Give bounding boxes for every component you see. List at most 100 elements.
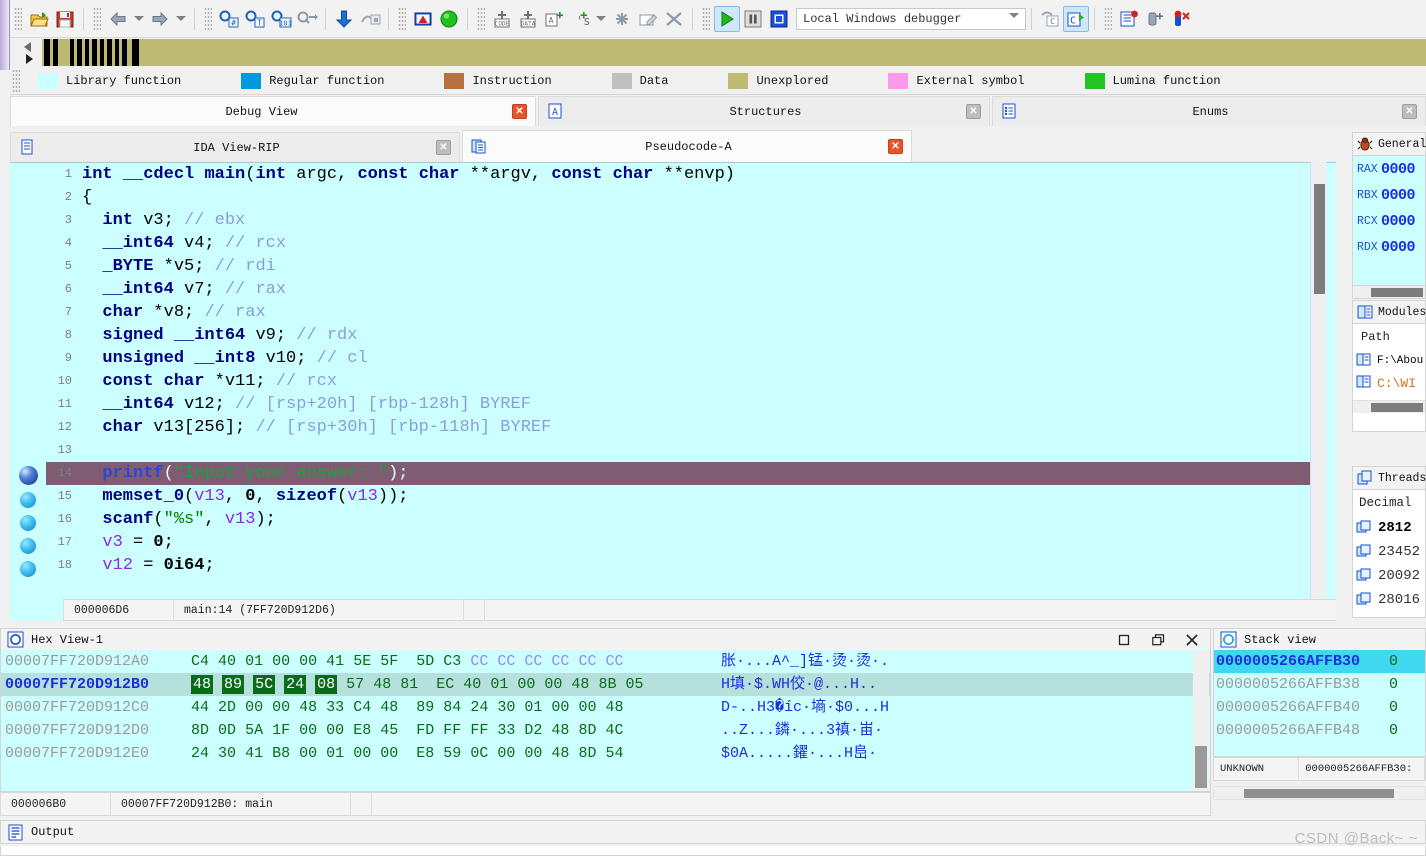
pseudocode-line[interactable]: 17 v3 = 0;: [46, 531, 1320, 554]
toolbar-grip[interactable]: [14, 6, 22, 31]
breakpoint-list-icon[interactable]: [1116, 6, 1142, 32]
pseudocode-line[interactable]: 1 int __cdecl main(int argc, const char *…: [46, 163, 1320, 186]
breakpoint-marker[interactable]: [20, 561, 36, 577]
search-text-icon[interactable]: T: [242, 6, 268, 32]
breakpoint-marker[interactable]: [20, 492, 36, 508]
open-icon[interactable]: [26, 6, 52, 32]
navigator-right-arrow-icon[interactable]: [26, 54, 33, 64]
registers-scroll-thumb[interactable]: [1371, 288, 1423, 297]
navigator-overview[interactable]: [42, 39, 1426, 66]
toolbar-grip-3[interactable]: [204, 6, 212, 31]
chevron-down-icon[interactable]: [1009, 12, 1019, 32]
hex-row[interactable]: 00007FF720D912C0 44 2D 00 00 48 33 C4 48 …: [1, 696, 1210, 719]
tab-pseudocode-a-close-icon[interactable]: ✕: [888, 139, 903, 154]
pseudocode-line[interactable]: 9 unsigned __int8 v10; // cl: [46, 347, 1320, 370]
hex-row[interactable]: 00007FF720D912E0 24 30 41 B8 00 01 00 00 …: [1, 742, 1210, 765]
make-string-dropdown-icon[interactable]: [593, 6, 609, 32]
hex-view-body[interactable]: 00007FF720D912A0 C4 40 01 00 00 41 5E 5F …: [0, 650, 1211, 792]
pseudocode-text[interactable]: 1 int __cdecl main(int argc, const char *…: [46, 163, 1320, 599]
registers-horizontal-scrollbar[interactable]: [1352, 286, 1426, 299]
forward-dropdown-icon[interactable]: [173, 6, 189, 32]
debugger-select[interactable]: Local Windows debugger: [796, 7, 1026, 32]
navigator-left-arrow-icon[interactable]: [24, 42, 31, 52]
register-row[interactable]: RBX 0000: [1353, 182, 1425, 208]
tab-ida-view-rip[interactable]: IDA View-RIP ✕: [10, 132, 460, 162]
toolbar-grip-4[interactable]: [398, 6, 406, 31]
tab-enums-close-icon[interactable]: ✕: [1402, 104, 1417, 119]
back-dropdown-icon[interactable]: [131, 6, 147, 32]
toolbar-grip-7[interactable]: [1104, 6, 1112, 31]
add-breakpoint-icon[interactable]: [1142, 6, 1168, 32]
pseudocode-line[interactable]: 18 v12 = 0i64;: [46, 554, 1320, 577]
hex-view-vertical-scrollbar[interactable]: [1193, 651, 1209, 791]
registers-panel-body[interactable]: RAX 0000 RBX 0000 RCX 0000 RDX 0000: [1352, 156, 1426, 286]
pseudocode-line[interactable]: 14 printf("Input your answer: ");: [46, 462, 1320, 485]
pseudocode-line[interactable]: 6 __int64 v7; // rax: [46, 278, 1320, 301]
pseudocode-line[interactable]: 7 char *v8; // rax: [46, 301, 1320, 324]
stack-row[interactable]: 0000005266AFFB40 0: [1214, 696, 1425, 719]
threads-panel-header[interactable]: Threads: [1352, 466, 1426, 490]
tab-structures[interactable]: A Structures ✕: [538, 96, 990, 126]
stack-view-header[interactable]: Stack view: [1213, 628, 1426, 650]
hex-view-scroll-thumb[interactable]: [1195, 746, 1207, 788]
hex-row[interactable]: 00007FF720D912A0 C4 40 01 00 00 41 5E 5F …: [1, 650, 1210, 673]
close-icon[interactable]: [1184, 632, 1200, 648]
thread-row[interactable]: 28016: [1353, 588, 1425, 612]
pause-icon[interactable]: [740, 6, 766, 32]
green-circle-icon[interactable]: [436, 6, 462, 32]
stack-row[interactable]: 0000005266AFFB48 0: [1214, 719, 1425, 742]
thread-row[interactable]: 20092: [1353, 564, 1425, 588]
breakpoint-marker[interactable]: [20, 538, 36, 554]
navigator-arrows[interactable]: [22, 38, 42, 67]
pseudocode-scroll-thumb[interactable]: [1314, 184, 1325, 294]
pseudocode-line[interactable]: 5 _BYTE *v5; // rdi: [46, 255, 1320, 278]
tab-structures-close-icon[interactable]: ✕: [966, 104, 981, 119]
modules-scroll-thumb[interactable]: [1371, 403, 1423, 412]
modules-panel-body[interactable]: Path F:\Abou C:\WI: [1352, 324, 1426, 432]
pseudocode-line[interactable]: 12 char v13[256]; // [rsp+30h] [rbp-118h…: [46, 416, 1320, 439]
toolbar-grip-2[interactable]: [93, 6, 101, 31]
forward-arrow-icon[interactable]: [147, 6, 173, 32]
make-string-icon[interactable]: 's: [567, 6, 593, 32]
tab-pseudocode-a[interactable]: Pseudocode-A ✕: [462, 130, 912, 162]
hex-row[interactable]: 00007FF720D912D0 8D 0D 5A 1F 00 00 E8 45 …: [1, 719, 1210, 742]
output-body[interactable]: [0, 846, 1426, 856]
pseudocode-vertical-scrollbar[interactable]: [1310, 162, 1326, 599]
pseudocode-line[interactable]: 4 __int64 v4; // rcx: [46, 232, 1320, 255]
pseudocode-line[interactable]: 15 memset_0(v13, 0, sizeof(v13));: [46, 485, 1320, 508]
thread-row[interactable]: 23452: [1353, 540, 1425, 564]
delete-function-icon[interactable]: [661, 6, 687, 32]
breakpoint-marker[interactable]: [20, 515, 36, 531]
register-row[interactable]: RAX 0000: [1353, 156, 1425, 182]
toolbar-grip-5[interactable]: [477, 6, 485, 31]
modules-panel-header[interactable]: Modules: [1352, 300, 1426, 324]
modules-horizontal-scrollbar[interactable]: [1353, 400, 1425, 413]
binary-search-icon[interactable]: [294, 6, 320, 32]
tab-ida-view-rip-close-icon[interactable]: ✕: [436, 140, 451, 155]
breakpoint-current[interactable]: [19, 466, 38, 485]
stack-view-body[interactable]: 0000005266AFFB30 0 0000005266AFFB38 0 000000…: [1213, 650, 1426, 757]
stack-row[interactable]: 0000005266AFFB30 0: [1214, 650, 1425, 673]
module-row[interactable]: F:\Abou: [1353, 350, 1425, 372]
module-row[interactable]: C:\WI: [1353, 372, 1425, 394]
jump-down-icon[interactable]: [331, 6, 357, 32]
make-array-icon[interactable]: A: [541, 6, 567, 32]
tab-enums[interactable]: Enums ✕: [992, 96, 1426, 126]
registers-panel-header[interactable]: General: [1352, 132, 1426, 156]
pseudocode-line[interactable]: 8 signed __int64 v9; // rdx: [46, 324, 1320, 347]
search-hash-icon[interactable]: #: [216, 6, 242, 32]
output-header[interactable]: Output: [0, 820, 1426, 844]
legend-grip[interactable]: [12, 68, 20, 93]
back-arrow-icon[interactable]: [105, 6, 131, 32]
warning-icon[interactable]: [410, 6, 436, 32]
no-jump-icon[interactable]: [357, 6, 383, 32]
register-row[interactable]: RCX 0000: [1353, 208, 1425, 234]
undefine-icon[interactable]: [609, 6, 635, 32]
search-sequence-icon[interactable]: 101: [268, 6, 294, 32]
pseudocode-line[interactable]: 10 const char *v11; // rcx: [46, 370, 1320, 393]
pseudocode-view[interactable]: 1 int __cdecl main(int argc, const char *…: [10, 162, 1336, 599]
save-icon[interactable]: [52, 6, 78, 32]
make-data-icon[interactable]: DATA: [515, 6, 541, 32]
register-row[interactable]: RDX 0000: [1353, 234, 1425, 260]
pseudocode-line[interactable]: 2{: [46, 186, 1320, 209]
